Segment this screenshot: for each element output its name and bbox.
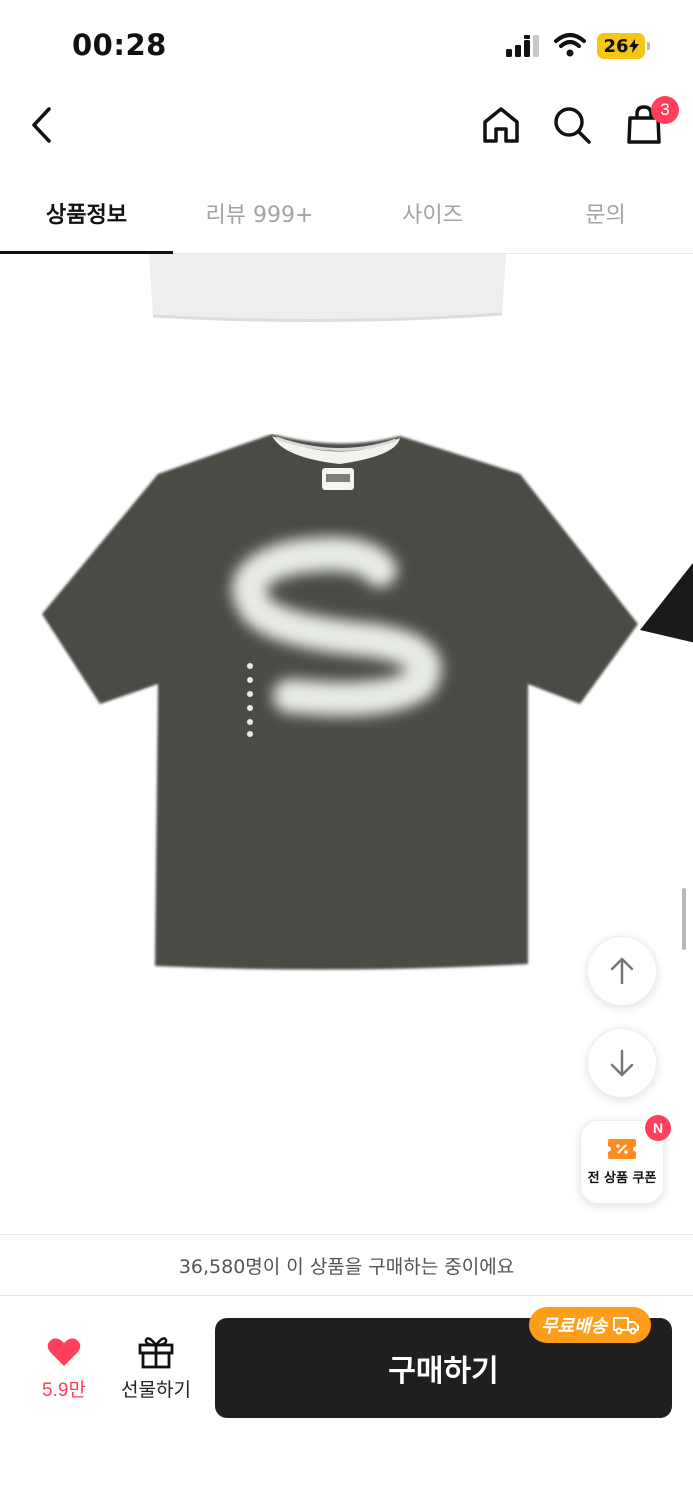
search-button[interactable] xyxy=(547,100,597,150)
scroll-indicator[interactable] xyxy=(682,888,686,950)
like-count: 5.9만 xyxy=(42,1380,86,1401)
coupon-icon xyxy=(608,1138,636,1159)
black-tshirt-image xyxy=(640,562,693,643)
battery-indicator: 26 xyxy=(597,33,650,59)
bottom-action-bar: 5.9만 선물하기 구매하기 무료배송 xyxy=(0,1297,693,1500)
new-badge: N xyxy=(645,1115,671,1141)
product-tabs: 상품정보 리뷰 999+ 사이즈 문의 xyxy=(0,172,693,255)
buyer-count-banner: 36,580명이 이 상품을 구매하는 중이에요 xyxy=(0,1234,693,1296)
gift-label: 선물하기 xyxy=(121,1379,191,1401)
delivery-truck-icon xyxy=(613,1317,640,1335)
heart-icon xyxy=(47,1338,81,1366)
buyer-count-text: 36,580명이 이 상품을 구매하는 중이에요 xyxy=(178,1255,515,1278)
arrow-up-icon xyxy=(610,957,634,985)
tab-inquiry[interactable]: 문의 xyxy=(519,172,692,254)
like-button[interactable]: 5.9만 xyxy=(28,1337,100,1407)
back-button[interactable] xyxy=(17,100,67,150)
product-tshirt-image xyxy=(42,434,638,970)
charging-bolt-icon xyxy=(628,39,639,53)
status-bar: 00:28 26 xyxy=(0,0,693,90)
coupon-label: 전 상품 쿠폰 xyxy=(587,1170,657,1186)
white-tshirt-image xyxy=(149,254,506,323)
tab-size[interactable]: 사이즈 xyxy=(346,172,519,254)
gift-button[interactable]: 선물하기 xyxy=(112,1335,200,1407)
arrow-down-icon xyxy=(610,1049,634,1077)
product-detail-content: 전 상품 쿠폰 N xyxy=(0,254,693,1232)
free-shipping-label: 무료배송 xyxy=(541,1316,608,1337)
tab-reviews[interactable]: 리뷰 999+ xyxy=(173,172,346,254)
cart-count-badge: 3 xyxy=(651,96,679,124)
gift-icon xyxy=(138,1337,174,1369)
scroll-up-button[interactable] xyxy=(587,936,657,1006)
status-time: 00:28 xyxy=(72,28,167,62)
cellular-signal-icon xyxy=(506,35,539,57)
wifi-icon xyxy=(554,33,586,57)
coupon-button[interactable]: 전 상품 쿠폰 N xyxy=(580,1115,671,1204)
home-button[interactable] xyxy=(476,100,526,150)
tab-product-info[interactable]: 상품정보 xyxy=(0,172,173,255)
cart-button[interactable]: 3 xyxy=(619,96,679,150)
free-shipping-badge: 무료배송 xyxy=(529,1307,652,1343)
top-navigation: 3 xyxy=(0,92,693,162)
scroll-down-button[interactable] xyxy=(587,1028,657,1098)
home-icon xyxy=(483,107,519,143)
battery-level: 26 xyxy=(603,35,629,57)
search-icon xyxy=(554,107,591,144)
chevron-left-icon xyxy=(32,107,51,143)
